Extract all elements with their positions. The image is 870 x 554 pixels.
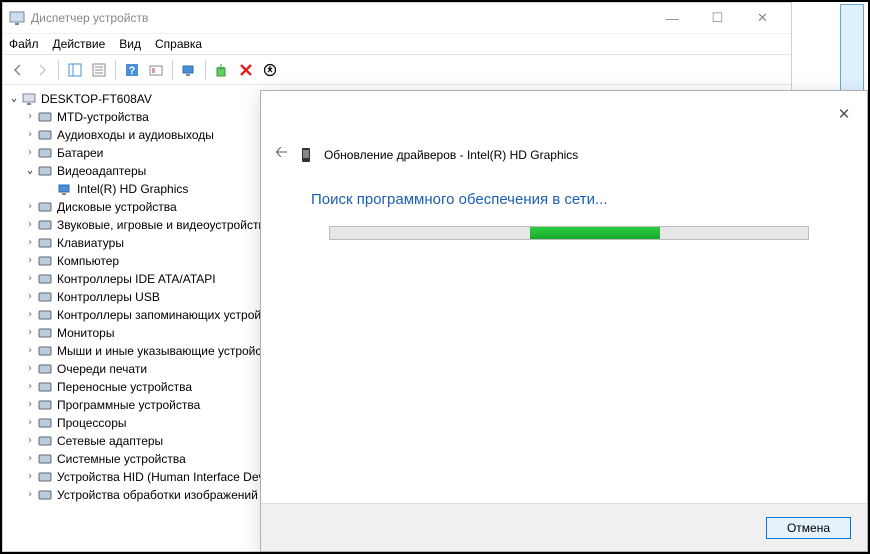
category-icon xyxy=(37,433,53,449)
menu-file[interactable]: Файл xyxy=(9,37,39,51)
category-icon xyxy=(37,451,53,467)
category-icon xyxy=(37,343,53,359)
window-controls: — ☐ ✕ xyxy=(650,3,785,33)
category-icon xyxy=(37,217,53,233)
computer-icon xyxy=(21,91,37,107)
cancel-button[interactable]: Отмена xyxy=(766,517,851,539)
menubar: Файл Действие Вид Справка xyxy=(3,33,791,55)
category-icon xyxy=(37,289,53,305)
toolbar: ? xyxy=(3,55,791,85)
category-icon xyxy=(37,325,53,341)
category-icon xyxy=(37,415,53,431)
tree-category-label: Контроллеры USB xyxy=(57,288,160,306)
update-driver-dialog: ✕ 🡠 Обновление драйверов - Intel(R) HD G… xyxy=(260,90,868,552)
disable-button[interactable] xyxy=(259,59,281,81)
tree-category-label: Контроллеры IDE ATA/ATAPI xyxy=(57,270,216,288)
toolbar-separator xyxy=(115,60,116,80)
help-button[interactable]: ? xyxy=(121,59,143,81)
tree-category-label: Программные устройства xyxy=(57,396,200,414)
menu-help[interactable]: Справка xyxy=(155,37,202,51)
category-icon xyxy=(37,199,53,215)
tree-category-label: Аудиовходы и аудиовыходы xyxy=(57,126,214,144)
tree-root-label: DESKTOP-FT608AV xyxy=(41,90,152,108)
tree-category-label: Компьютер xyxy=(57,252,119,270)
category-icon xyxy=(37,487,53,503)
dialog-footer: Отмена xyxy=(261,503,867,551)
device-icon xyxy=(298,147,314,163)
dialog-status-text: Поиск программного обеспечения в сети... xyxy=(311,191,608,208)
category-icon xyxy=(37,379,53,395)
menu-view[interactable]: Вид xyxy=(119,37,141,51)
category-icon xyxy=(37,109,53,125)
category-icon xyxy=(37,253,53,269)
app-icon xyxy=(9,10,25,26)
tree-category-label: Сетевые адаптеры xyxy=(57,432,163,450)
back-button[interactable] xyxy=(7,59,29,81)
progress-chunk xyxy=(530,227,660,239)
uninstall-button[interactable] xyxy=(235,59,257,81)
category-icon xyxy=(37,361,53,377)
toolbar-separator xyxy=(172,60,173,80)
tree-category-label: Очереди печати xyxy=(57,360,147,378)
tree-device-label: Intel(R) HD Graphics xyxy=(77,180,188,198)
dialog-title: Обновление драйверов - Intel(R) HD Graph… xyxy=(324,148,578,162)
category-icon xyxy=(37,163,53,179)
forward-button[interactable] xyxy=(31,59,53,81)
tree-category-label: MTD-устройства xyxy=(57,108,149,126)
tree-category-label: Устройства HID (Human Interface Devices) xyxy=(57,468,290,486)
category-icon xyxy=(37,127,53,143)
tree-category-label: Устройства обработки изображений xyxy=(57,486,258,504)
menu-action[interactable]: Действие xyxy=(53,37,106,51)
tree-category-label: Переносные устройства xyxy=(57,378,192,396)
category-icon xyxy=(37,397,53,413)
category-icon xyxy=(37,469,53,485)
tree-category-label: Дисковые устройства xyxy=(57,198,177,216)
dialog-header: 🡠 Обновление драйверов - Intel(R) HD Gra… xyxy=(275,141,578,168)
window-title: Диспетчер устройств xyxy=(31,11,650,25)
tree-category-label: Мониторы xyxy=(57,324,114,342)
tree-category-label: Видеоадаптеры xyxy=(57,162,146,180)
svg-text:?: ? xyxy=(129,65,136,77)
tree-category-label: Клавиатуры xyxy=(57,234,124,252)
toolbar-separator xyxy=(58,60,59,80)
minimize-button[interactable]: — xyxy=(650,3,695,33)
tree-category-label: Системные устройства xyxy=(57,450,186,468)
show-hide-tree-button[interactable] xyxy=(64,59,86,81)
tree-category-label: Мыши и иные указывающие устройства xyxy=(57,342,280,360)
titlebar: Диспетчер устройств — ☐ ✕ xyxy=(3,3,791,33)
progress-bar xyxy=(329,226,809,240)
toolbar-separator xyxy=(205,60,206,80)
tree-category-label: Контроллеры запоминающих устройств xyxy=(57,306,279,324)
scan-hardware-button[interactable] xyxy=(178,59,200,81)
maximize-button[interactable]: ☐ xyxy=(695,3,740,33)
action-toolbar-button[interactable] xyxy=(145,59,167,81)
tree-category-label: Звуковые, игровые и видеоустройства xyxy=(57,216,271,234)
close-button[interactable]: ✕ xyxy=(740,3,785,33)
dialog-close-button[interactable]: ✕ xyxy=(829,99,859,129)
update-driver-button[interactable] xyxy=(211,59,233,81)
category-icon xyxy=(37,235,53,251)
category-icon xyxy=(37,145,53,161)
device-icon xyxy=(57,181,73,197)
category-icon xyxy=(37,271,53,287)
category-icon xyxy=(37,307,53,323)
tree-category-label: Батареи xyxy=(57,144,103,162)
tree-category-label: Процессоры xyxy=(57,414,127,432)
dialog-back-button[interactable]: 🡠 xyxy=(275,141,288,168)
properties-button[interactable] xyxy=(88,59,110,81)
